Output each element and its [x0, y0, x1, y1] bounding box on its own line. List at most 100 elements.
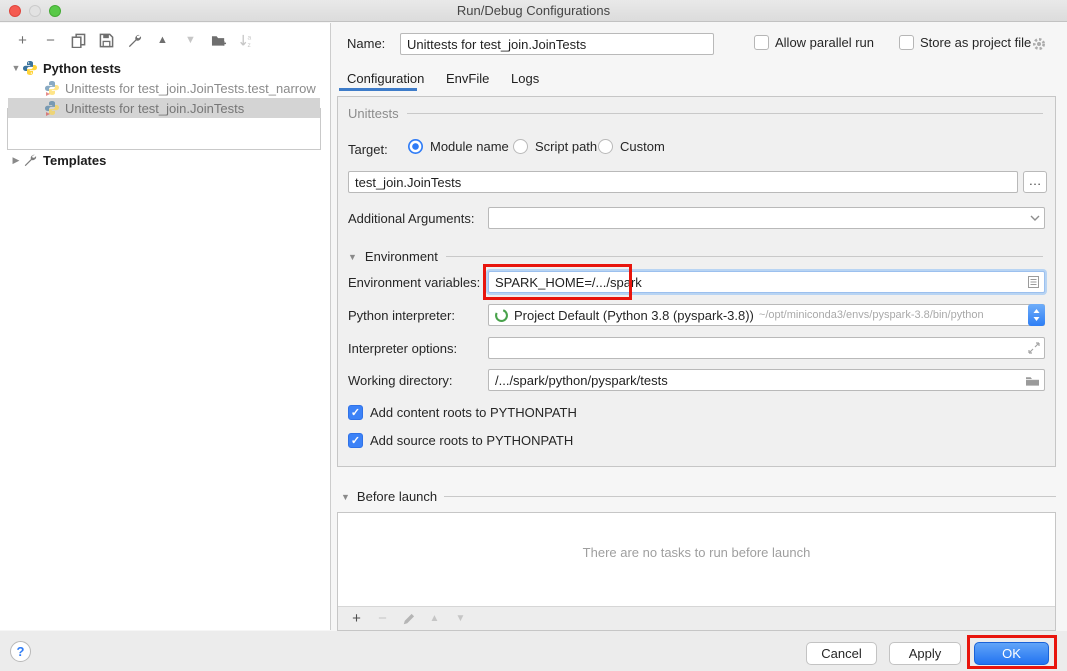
radio-script-path[interactable]: Script path	[513, 139, 597, 154]
combo-stepper-icon[interactable]	[1028, 304, 1045, 326]
minimize-window-button	[29, 5, 41, 17]
dialog-footer: ? Cancel Apply OK	[0, 631, 1067, 671]
active-tab-indicator	[339, 88, 417, 91]
store-as-project-file-checkbox[interactable]: Store as project file	[899, 35, 1031, 50]
target-label: Target:	[348, 142, 388, 157]
environment-variables-label: Environment variables:	[348, 275, 480, 290]
python-test-icon	[44, 100, 60, 116]
additional-arguments-field	[488, 207, 1045, 229]
divider	[446, 256, 1043, 257]
cancel-button[interactable]: Cancel	[806, 642, 877, 665]
tree-item-unittests-jointests[interactable]: Unittests for test_join.JoinTests	[8, 98, 320, 118]
add-task-icon[interactable]: +	[348, 610, 365, 627]
environment-variables-field	[488, 271, 1045, 293]
unittests-group-title: Unittests	[348, 106, 399, 121]
caret-down-icon[interactable]: ▼	[341, 492, 350, 502]
sort-alphabetically-icon: az	[238, 32, 255, 49]
name-label: Name:	[347, 36, 385, 51]
apply-button[interactable]: Apply	[889, 642, 961, 665]
caret-down-icon[interactable]: ▼	[348, 252, 357, 262]
checkbox-unchecked-icon[interactable]	[899, 35, 914, 50]
tab-logs[interactable]: Logs	[511, 71, 539, 86]
tree-item-templates[interactable]: ▶ Templates	[0, 150, 330, 170]
python-icon	[22, 60, 38, 76]
remove-task-icon: −	[374, 610, 391, 627]
ok-button[interactable]: OK	[974, 642, 1049, 665]
move-task-down-icon: ▼	[452, 610, 469, 627]
tree-item-label: Python tests	[43, 61, 121, 76]
checkbox-checked-icon[interactable]: ✓	[348, 405, 363, 420]
edit-variables-icon[interactable]	[1027, 275, 1040, 289]
allow-parallel-run-label: Allow parallel run	[775, 35, 874, 50]
environment-section-header[interactable]: ▼ Environment	[348, 249, 1043, 264]
before-launch-title: Before launch	[357, 489, 437, 504]
browse-button[interactable]: …	[1023, 171, 1047, 193]
store-as-project-file-label: Store as project file	[920, 35, 1031, 50]
radio-module-name[interactable]: Module name	[408, 139, 509, 154]
working-directory-input[interactable]	[489, 370, 1025, 390]
radio-label: Custom	[620, 139, 665, 154]
interpreter-options-field	[488, 337, 1045, 359]
checkbox-unchecked-icon[interactable]	[754, 35, 769, 50]
name-input[interactable]	[400, 33, 714, 55]
chevron-down-icon[interactable]	[1030, 214, 1040, 222]
help-button[interactable]: ?	[10, 641, 31, 662]
checkbox-checked-icon[interactable]: ✓	[348, 433, 363, 448]
python-interpreter-value: Project Default (Python 3.8 (pyspark-3.8…	[509, 308, 754, 323]
before-launch-section-header[interactable]: ▼ Before launch	[341, 489, 1056, 504]
expand-icon[interactable]	[1028, 342, 1040, 354]
edit-templates-icon[interactable]	[126, 32, 143, 49]
before-launch-toolbar: + − ▲ ▼	[338, 606, 1055, 630]
radio-unselected-icon[interactable]	[513, 139, 528, 154]
tab-envfile[interactable]: EnvFile	[446, 71, 489, 86]
zoom-window-button[interactable]	[49, 5, 61, 17]
environment-variables-input[interactable]	[489, 272, 1027, 292]
allow-parallel-run-checkbox[interactable]: Allow parallel run	[754, 35, 874, 50]
working-directory-field	[488, 369, 1045, 391]
folder-icon[interactable]	[1025, 374, 1040, 387]
wrench-icon	[22, 152, 38, 168]
close-window-button[interactable]	[9, 5, 21, 17]
radio-label: Module name	[430, 139, 509, 154]
interpreter-options-input[interactable]	[489, 338, 1028, 358]
title-bar: Run/Debug Configurations	[0, 0, 1067, 22]
environment-section-title: Environment	[365, 249, 438, 264]
before-launch-panel: There are no tasks to run before launch …	[337, 512, 1056, 631]
radio-custom[interactable]: Custom	[598, 139, 665, 154]
configurations-sidebar: + − ▲ ▼ az ▼ Python tests	[0, 23, 331, 630]
tree-item-unittests-narrow[interactable]: Unittests for test_join.JoinTests.test_n…	[0, 78, 330, 98]
additional-arguments-input[interactable]	[489, 208, 1030, 228]
add-configuration-icon[interactable]: +	[14, 32, 31, 49]
add-content-roots-checkbox[interactable]: ✓ Add content roots to PYTHONPATH	[348, 405, 577, 420]
copy-configuration-icon[interactable]	[70, 32, 87, 49]
move-up-icon[interactable]: ▲	[154, 32, 171, 49]
python-test-icon	[44, 80, 60, 96]
new-folder-icon[interactable]	[210, 32, 227, 49]
sidebar-toolbar: + − ▲ ▼ az	[14, 31, 255, 49]
python-interpreter-path: ~/opt/miniconda3/envs/pyspark-3.8/bin/py…	[759, 309, 1028, 321]
tree-item-label: Unittests for test_join.JoinTests.test_n…	[65, 81, 316, 96]
gear-icon[interactable]	[1031, 36, 1047, 52]
unittests-group-header: Unittests	[348, 106, 1043, 121]
radio-unselected-icon[interactable]	[598, 139, 613, 154]
tree-item-python-tests[interactable]: ▼ Python tests	[0, 58, 330, 78]
save-configuration-icon[interactable]	[98, 32, 115, 49]
caret-down-icon[interactable]: ▼	[10, 63, 22, 73]
working-directory-label: Working directory:	[348, 373, 453, 388]
svg-text:a: a	[247, 34, 251, 41]
python-interpreter-combo[interactable]: Project Default (Python 3.8 (pyspark-3.8…	[488, 304, 1045, 326]
caret-right-icon[interactable]: ▶	[10, 155, 22, 166]
remove-configuration-icon[interactable]: −	[42, 32, 59, 49]
conda-environment-icon	[494, 308, 509, 323]
svg-text:z: z	[247, 42, 250, 48]
before-launch-empty-text: There are no tasks to run before launch	[338, 545, 1055, 560]
add-source-roots-checkbox[interactable]: ✓ Add source roots to PYTHONPATH	[348, 433, 573, 448]
interpreter-options-label: Interpreter options:	[348, 341, 457, 356]
tab-configuration[interactable]: Configuration	[347, 71, 424, 86]
radio-selected-icon[interactable]	[408, 139, 423, 154]
name-field-wrap	[400, 33, 714, 55]
tree-item-label: Templates	[43, 153, 106, 168]
window-title: Run/Debug Configurations	[0, 0, 1067, 21]
target-module-input[interactable]	[349, 172, 1017, 192]
additional-arguments-label: Additional Arguments:	[348, 211, 474, 226]
